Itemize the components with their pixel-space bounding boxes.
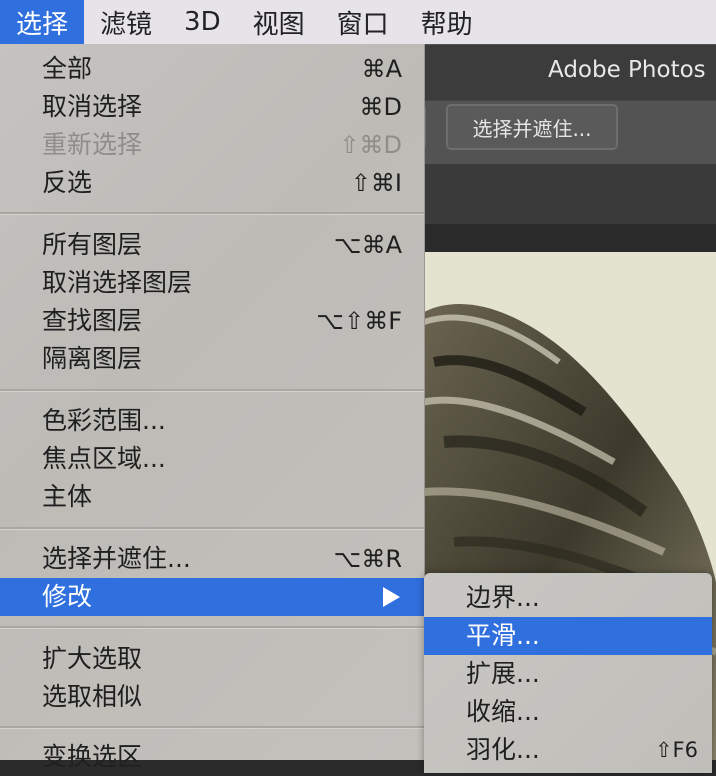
menu-item-color-range[interactable]: 色彩范围... [0,402,424,440]
menu-item-subject[interactable]: 主体 [0,478,424,516]
submenu-item-expand[interactable]: 扩展... [424,655,712,693]
menubar-help[interactable]: 帮助 [405,0,489,44]
window-title: Adobe Photos [548,57,706,83]
modify-submenu: 边界... 平滑... 扩展... 收缩... 羽化... ⇧F6 [424,573,712,773]
menubar-select[interactable]: 选择 [0,0,85,44]
menu-item-select-and-mask[interactable]: 选择并遮住... ⌥⌘R [0,540,424,578]
submenu-item-border[interactable]: 边界... [424,579,712,617]
menubar-3d[interactable]: 3D [168,0,237,44]
menu-item-find-layers[interactable]: 查找图层 ⌥⇧⌘F [0,302,424,340]
menubar: 选择 滤镜 3D 视图 窗口 帮助 [0,0,716,44]
menu-separator [0,527,424,529]
submenu-item-contract[interactable]: 收缩... [424,693,712,731]
select-menu: 全部 ⌘A 取消选择 ⌘D 重新选择 ⇧⌘D 反选 ⇧⌘I 所有图层 ⌥⌘A 取… [0,44,425,771]
menu-item-transform-selection[interactable]: 变换选区 [0,738,424,776]
menu-item-all-layers[interactable]: 所有图层 ⌥⌘A [0,226,424,264]
menu-separator [0,389,424,391]
select-and-mask-button[interactable]: 选择并遮住... [446,104,618,150]
menu-item-similar[interactable]: 选取相似 [0,678,424,716]
menubar-view[interactable]: 视图 [237,0,321,44]
menu-item-grow[interactable]: 扩大选取 [0,640,424,678]
menu-item-isolate-layers[interactable]: 隔离图层 [0,340,424,378]
menu-item-reselect: 重新选择 ⇧⌘D [42,130,402,159]
submenu-item-feather[interactable]: 羽化... ⇧F6 [424,731,712,769]
menu-separator [0,726,424,728]
menu-item-inverse[interactable]: 反选 ⇧⌘I [0,164,424,202]
menu-item-deselect[interactable]: 取消选择 ⌘D [0,88,424,126]
menu-item-modify[interactable]: 修改 [0,578,424,616]
submenu-arrow-icon [383,587,400,607]
menu-item-focus-area[interactable]: 焦点区域... [0,440,424,478]
submenu-item-smooth[interactable]: 平滑... [424,617,712,655]
menu-separator [0,626,424,628]
menu-item-select-all[interactable]: 全部 ⌘A [0,50,424,88]
menu-item-deselect-layers[interactable]: 取消选择图层 [0,264,424,302]
menu-separator [0,212,424,214]
menubar-window[interactable]: 窗口 [321,0,405,44]
menubar-filter[interactable]: 滤镜 [84,0,168,44]
